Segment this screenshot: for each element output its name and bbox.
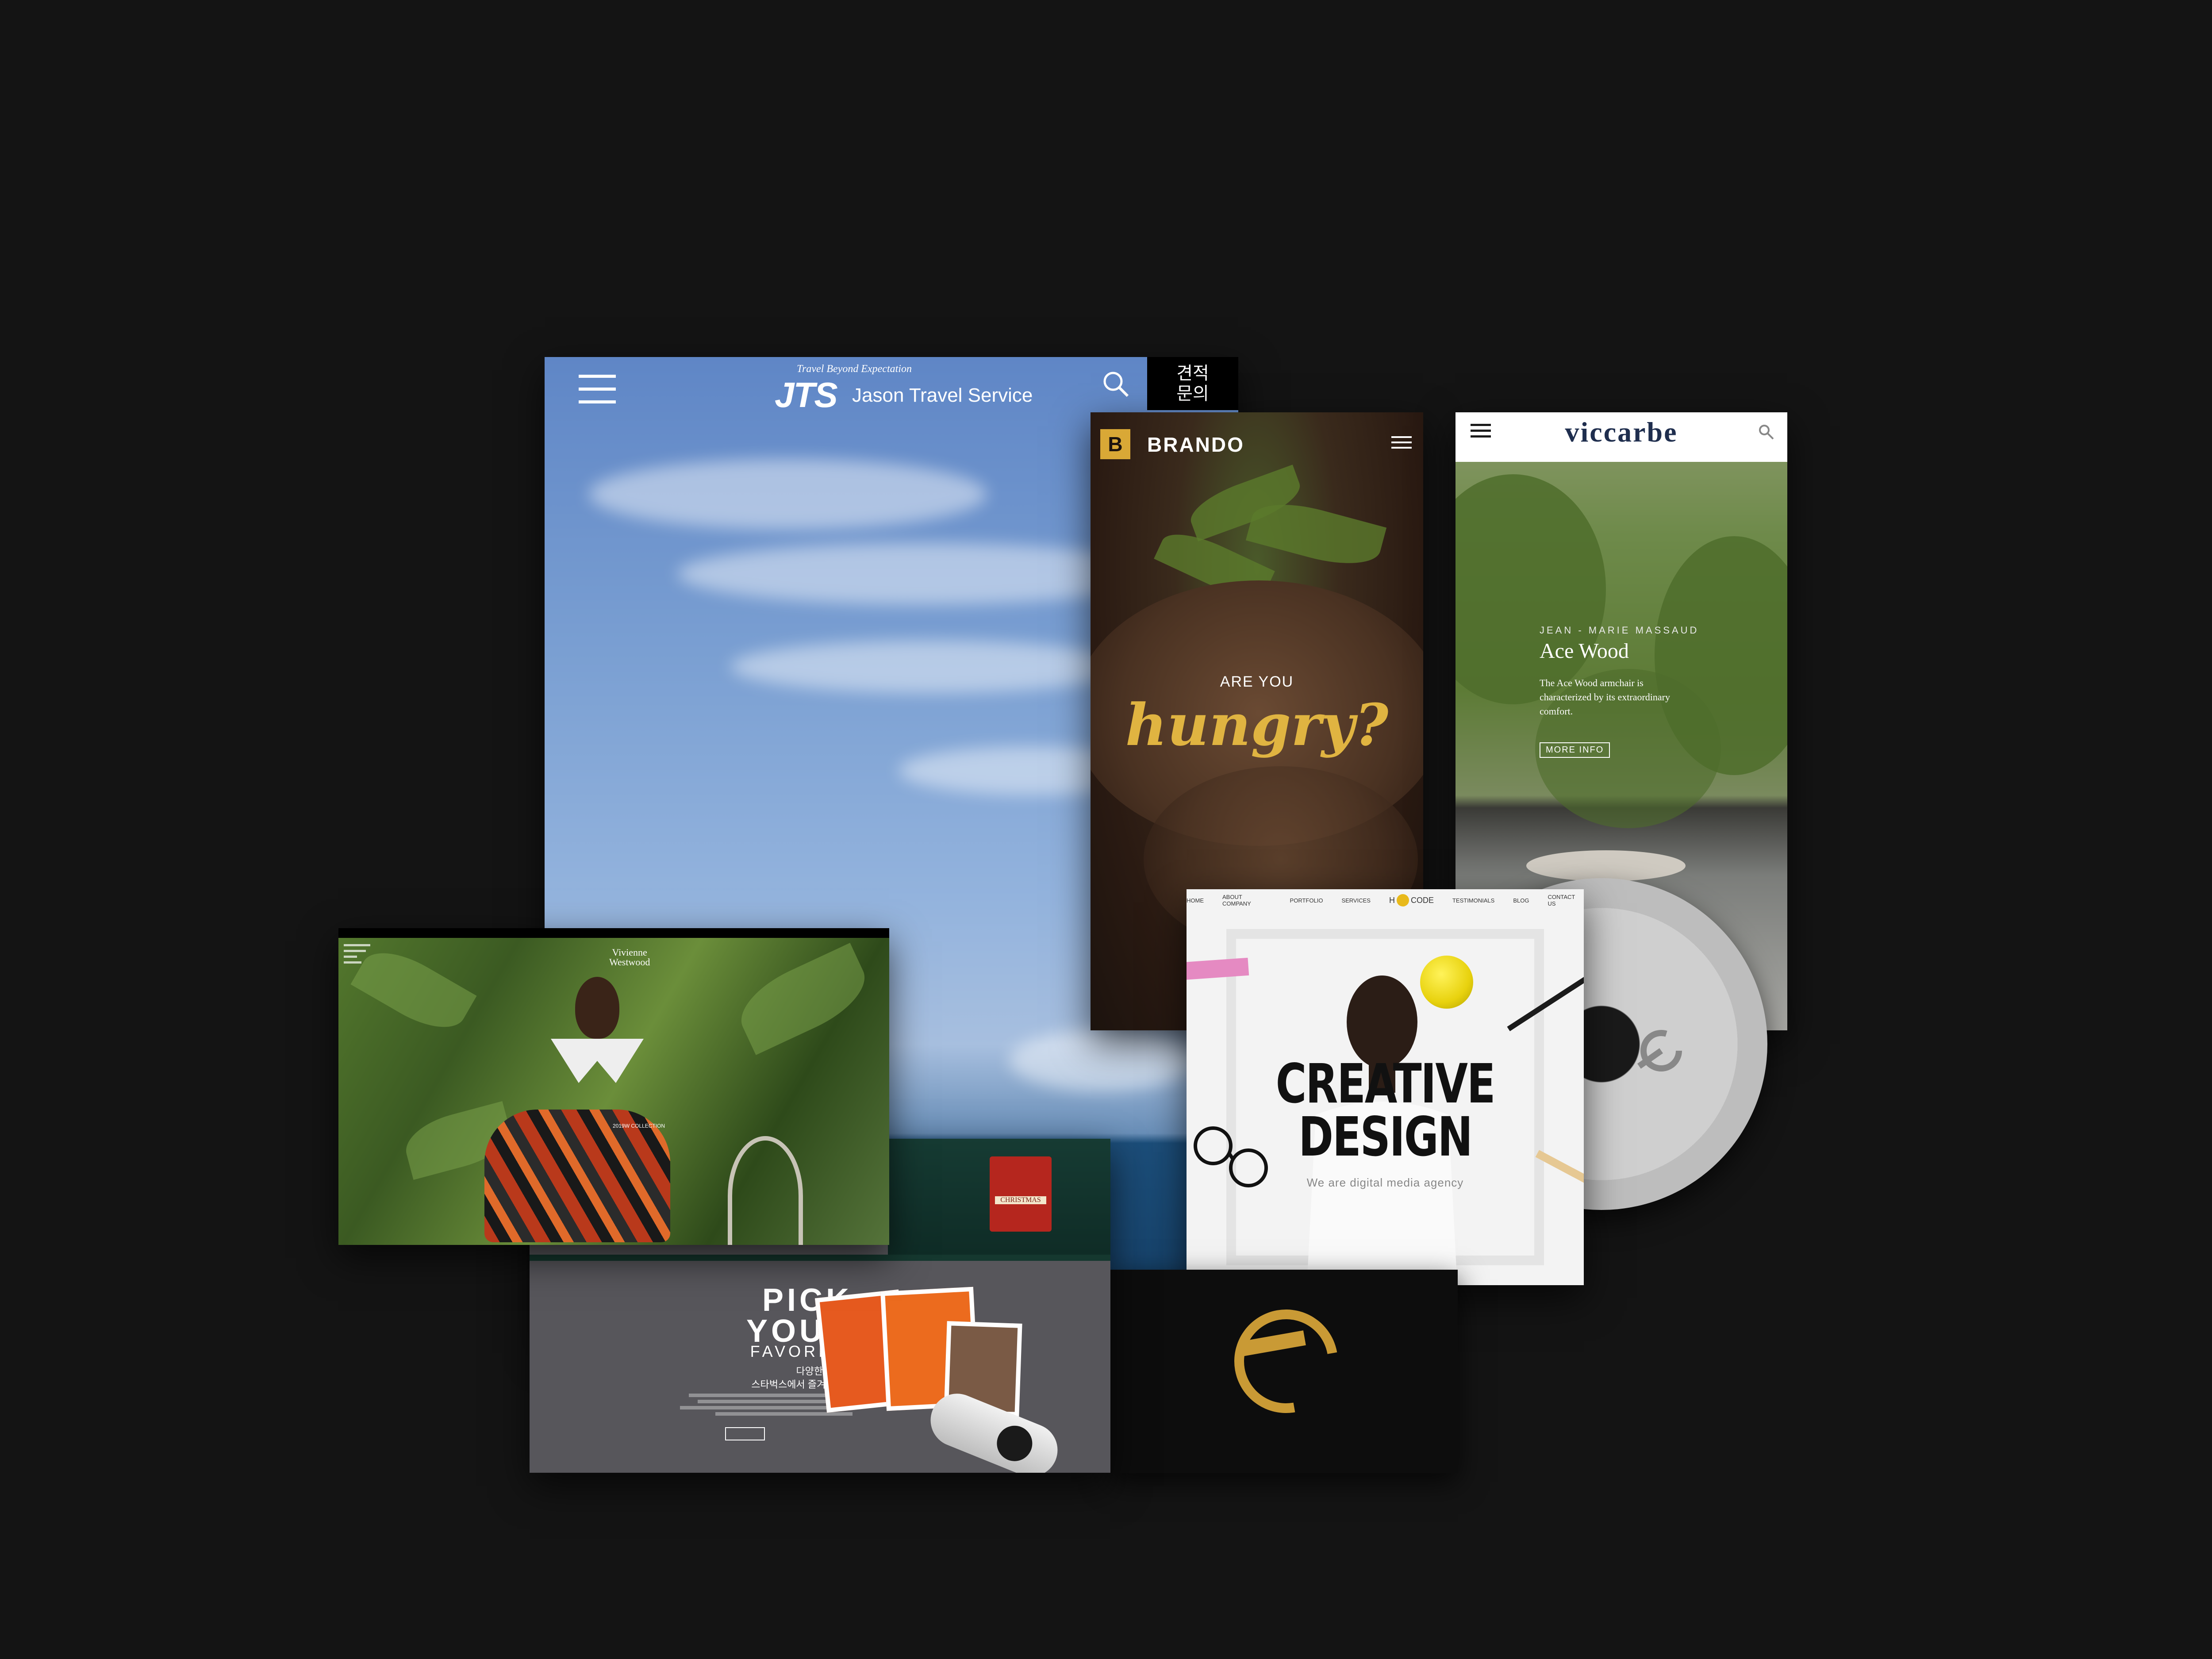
quote-request-button[interactable]: 견적 문의	[1147, 357, 1238, 410]
hero-title: CREATIVE DESIGN	[1275, 1052, 1496, 1168]
search-icon[interactable]	[1757, 423, 1775, 441]
nav-blog[interactable]: BLOG	[1513, 897, 1529, 904]
nav-home[interactable]: HOME	[1187, 897, 1204, 904]
product-description: The Ace Wood armchair is characterized b…	[1540, 677, 1671, 717]
logo-right: CODE	[1410, 895, 1434, 905]
black-sleeve	[1110, 1270, 1458, 1473]
viccarbe-header: viccarbe	[1455, 412, 1787, 462]
nav-testimonials[interactable]: TESTIMONIALS	[1452, 897, 1494, 904]
designer-name: JEAN - MARIE MASSAUD	[1540, 625, 1699, 636]
menu-icon[interactable]	[1391, 436, 1412, 458]
viccarbe-logo[interactable]: viccarbe	[1455, 416, 1787, 449]
side-table	[1526, 850, 1686, 881]
tree-foliage	[1455, 474, 1606, 704]
jts-tagline: Travel Beyond Expectation	[797, 363, 912, 375]
divider	[530, 1255, 1110, 1261]
hcode-logo[interactable]: H CODE	[1389, 894, 1434, 906]
cloud	[730, 640, 1129, 693]
cloud	[589, 459, 987, 530]
logo-dot-icon	[1396, 894, 1409, 906]
hero-tagline: We are digital media agency	[1306, 1176, 1464, 1189]
westwood-logo[interactable]: Vivienne Westwood	[609, 948, 650, 967]
nav-about[interactable]: ABOUT COMPANY	[1222, 894, 1271, 907]
model-sweater	[484, 1110, 670, 1242]
collection-label: 2019W COLLECTION	[613, 1123, 665, 1129]
christmas-product	[990, 1156, 1052, 1232]
logo-left: H	[1389, 895, 1395, 905]
brando-logo-name[interactable]: BRANDO	[1147, 433, 1244, 457]
model-head	[575, 977, 619, 1039]
westwood-page: Vivienne Westwood 2019W COLLECTION	[338, 928, 889, 1245]
side-menu[interactable]	[344, 944, 370, 964]
hcode-agency-page: HOME ABOUT COMPANY PORTFOLIO SERVICES H …	[1187, 889, 1584, 1285]
jts-logo-name[interactable]: Jason Travel Service	[852, 384, 1033, 407]
product-title: Ace Wood	[1540, 639, 1629, 663]
jts-logo-mark[interactable]: JTS	[775, 375, 838, 415]
hcode-nav-bar: HOME ABOUT COMPANY PORTFOLIO SERVICES H …	[1187, 889, 1584, 911]
jts-nav-bar: Travel Beyond Expectation JTS Jason Trav…	[545, 357, 1238, 415]
cloud	[1009, 1029, 1195, 1091]
headline-big: hungry?	[1125, 691, 1389, 759]
top-bar	[338, 928, 889, 938]
yellow-sphere	[1420, 956, 1473, 1009]
search-icon[interactable]	[1102, 370, 1129, 398]
christmas-label: CHRISTMAS	[995, 1196, 1046, 1204]
nav-portfolio[interactable]: PORTFOLIO	[1290, 897, 1323, 904]
more-info-button[interactable]: MORE INFO	[1540, 742, 1610, 758]
brando-logo-mark[interactable]: B	[1100, 429, 1130, 459]
promo-body-text	[662, 1392, 853, 1418]
nav-services[interactable]: SERVICES	[1341, 897, 1371, 904]
nav-contact[interactable]: CONTACT US	[1548, 894, 1584, 907]
korean-line-1: 다양한 메뉴를	[796, 1366, 853, 1377]
more-button[interactable]	[725, 1427, 765, 1440]
menu-icon[interactable]	[579, 375, 616, 413]
quote-button-label: 견적 문의	[1176, 364, 1209, 403]
brand-mark-icon	[1637, 1030, 1682, 1071]
korean-line-2: 스타벅스에서 즐겨보세요	[751, 1379, 853, 1390]
headline-small: ARE YOU	[1220, 673, 1294, 690]
siren-logo-icon	[991, 1420, 1038, 1467]
gold-brand-mark-icon	[1214, 1289, 1358, 1433]
